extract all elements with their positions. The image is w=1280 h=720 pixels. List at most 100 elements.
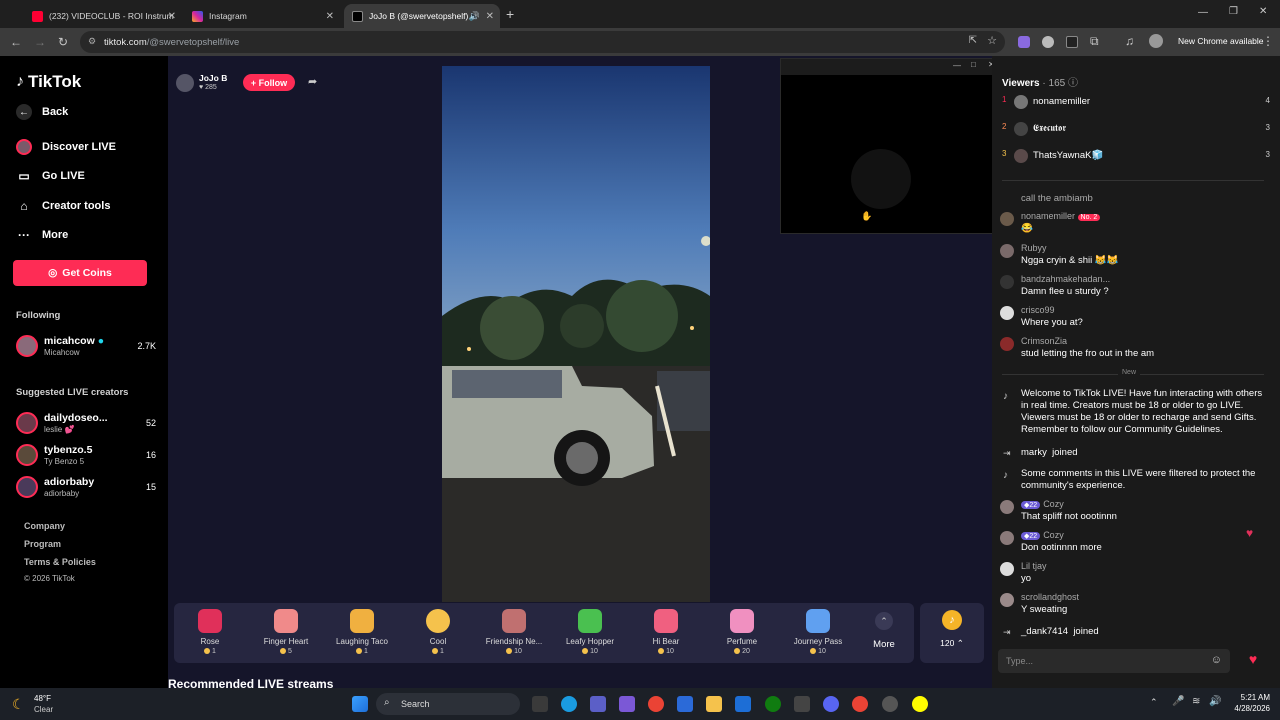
- nav-discover-live[interactable]: Discover LIVE: [16, 139, 116, 155]
- viewers-heading[interactable]: Viewers · 165 ⓘ: [1002, 74, 1078, 89]
- close-window-button[interactable]: ✕: [1259, 6, 1267, 17]
- minimize-button[interactable]: —: [1198, 7, 1208, 18]
- gift-hi-bear[interactable]: Hi Bear 10: [630, 603, 702, 663]
- coin-balance-button[interactable]: ♪ 120 ⌃: [920, 603, 984, 663]
- host-avatar[interactable]: [176, 74, 194, 92]
- avatar[interactable]: [1000, 337, 1014, 351]
- xbox-icon[interactable]: [765, 696, 781, 712]
- emoji-icon[interactable]: ☺: [1211, 654, 1222, 666]
- chat-username[interactable]: scrollandghost: [1021, 592, 1079, 602]
- close-icon[interactable]: ✕: [326, 11, 334, 22]
- host-name[interactable]: JoJo B: [199, 73, 227, 83]
- close-icon[interactable]: ✕: [168, 11, 176, 22]
- reload-icon[interactable]: ↻: [58, 35, 68, 49]
- puzzle-icon[interactable]: ⧉: [1090, 34, 1099, 49]
- nav-go-live[interactable]: ▭ Go LIVE: [16, 168, 84, 184]
- volume-icon[interactable]: 🔊: [1209, 696, 1221, 707]
- address-bar[interactable]: ⚙ tiktok.com/@swervetopshelf/live ⇱ ☆: [80, 31, 1005, 53]
- clock-date[interactable]: 4/28/2026: [1224, 704, 1270, 713]
- avatar[interactable]: [1000, 306, 1014, 320]
- avatar[interactable]: [1000, 275, 1014, 289]
- maximize-button[interactable]: □: [971, 60, 976, 69]
- back-button[interactable]: ← Back: [16, 104, 68, 120]
- app-icon[interactable]: [882, 696, 898, 712]
- tiktok-logo[interactable]: ♪ TikTok: [16, 72, 81, 92]
- bookmark-star-icon[interactable]: ☆: [987, 34, 997, 47]
- media-control-icon[interactable]: ♫: [1125, 34, 1134, 48]
- windows-start-icon[interactable]: [352, 696, 368, 712]
- extension-icon[interactable]: [1042, 36, 1054, 48]
- weather-moon-icon[interactable]: ☾: [12, 696, 25, 713]
- new-chrome-available[interactable]: New Chrome available: [1178, 36, 1264, 46]
- chrome-icon[interactable]: [852, 696, 868, 712]
- nav-more[interactable]: ··· More: [16, 227, 68, 243]
- menu-dots-icon[interactable]: ⋮: [1262, 34, 1274, 48]
- app-icon[interactable]: [794, 696, 810, 712]
- extension-icon[interactable]: [1066, 36, 1078, 48]
- weather-desc[interactable]: Clear: [34, 705, 53, 714]
- suggested-creator[interactable]: adiorbaby adiorbaby 15: [16, 474, 156, 500]
- top-viewer-row[interactable]: 2 𝕰𝖝𝖊𝖈𝖚𝖙𝖔𝖗 3: [1002, 122, 1270, 140]
- mini-player-window[interactable]: — □ ✕ ✋: [780, 58, 1001, 234]
- chat-username[interactable]: bandzahmakehadan...: [1021, 274, 1110, 284]
- gift-laughing-taco[interactable]: Laughing Taco 1: [326, 603, 398, 663]
- get-coins-button[interactable]: ◎ Get Coins: [13, 260, 147, 286]
- chat-input[interactable]: Type... ☺: [998, 649, 1230, 673]
- taskbar-search[interactable]: ⌕ Search: [376, 693, 520, 715]
- avatar[interactable]: [1000, 500, 1014, 514]
- app-icon[interactable]: [735, 696, 751, 712]
- avatar[interactable]: [1000, 562, 1014, 576]
- edge-icon[interactable]: [561, 696, 577, 712]
- nav-creator-tools[interactable]: ⌂ Creator tools: [16, 198, 110, 214]
- chat-username[interactable]: Rubyy: [1021, 243, 1047, 253]
- microphone-icon[interactable]: 🎤: [1172, 696, 1184, 707]
- chat-username[interactable]: Lil tjay: [1021, 561, 1047, 571]
- live-video[interactable]: [442, 66, 710, 602]
- gift-friendship-necklace[interactable]: Friendship Ne... 10: [478, 603, 550, 663]
- task-view-icon[interactable]: [532, 696, 548, 712]
- gift-perfume[interactable]: Perfume 20: [706, 603, 778, 663]
- gift-leafy-hopper[interactable]: Leafy Hopper 10: [554, 603, 626, 663]
- chevron-up-icon[interactable]: ⌃: [1150, 697, 1158, 708]
- close-icon[interactable]: ✕: [486, 11, 494, 22]
- suggested-creator[interactable]: tybenzo.5 Ty Benzo 5 16: [16, 442, 156, 468]
- avatar[interactable]: [1000, 212, 1014, 226]
- chat-username[interactable]: CrimsonZia: [1021, 336, 1067, 346]
- suggested-creator[interactable]: dailydoseo... leslie 💕 52: [16, 410, 156, 436]
- gift-journey-pass[interactable]: Journey Pass 10: [782, 603, 854, 663]
- following-creator[interactable]: micahcow ● Micahcow 2.7K: [16, 333, 156, 359]
- tab-youtube[interactable]: (232) VIDEOCLUB - ROI Instrum ✕: [24, 4, 182, 28]
- profile-avatar[interactable]: [1149, 34, 1163, 48]
- footer-program-link[interactable]: Program: [24, 539, 61, 549]
- avatar[interactable]: [1000, 593, 1014, 607]
- discord-icon[interactable]: [823, 696, 839, 712]
- open-in-app-icon[interactable]: ⇱: [969, 35, 977, 46]
- chat-username[interactable]: nonamemiller No. 2: [1021, 211, 1101, 221]
- store-icon[interactable]: [677, 696, 693, 712]
- file-explorer-icon[interactable]: [706, 696, 722, 712]
- extension-icon[interactable]: [1018, 36, 1030, 48]
- maximize-button[interactable]: ❐: [1229, 6, 1238, 17]
- gift-finger-heart[interactable]: Finger Heart 5: [250, 603, 322, 663]
- teams-icon[interactable]: [590, 696, 606, 712]
- share-icon[interactable]: ➦: [308, 75, 317, 88]
- tab-instagram[interactable]: Instagram ✕: [184, 4, 340, 28]
- back-arrow-icon[interactable]: ←: [10, 35, 22, 49]
- follow-button[interactable]: + Follow: [243, 74, 295, 91]
- forward-arrow-icon[interactable]: →: [34, 35, 46, 49]
- top-viewer-row[interactable]: 3 ThatsYawnaK🧊 3: [1002, 149, 1270, 167]
- speaker-icon[interactable]: 🔊: [469, 11, 480, 22]
- site-info-icon[interactable]: ⚙: [88, 36, 96, 47]
- gift-more-button[interactable]: ⌃ More: [854, 603, 914, 663]
- top-viewer-row[interactable]: 1 nonamemiller 4: [1002, 95, 1270, 113]
- chrome-icon[interactable]: [648, 696, 664, 712]
- wifi-icon[interactable]: ≋: [1192, 696, 1200, 707]
- new-tab-button[interactable]: +: [506, 6, 514, 22]
- gift-cool[interactable]: Cool 1: [402, 603, 474, 663]
- chat-username[interactable]: crisco99: [1021, 305, 1055, 315]
- gift-rose[interactable]: Rose 1: [174, 603, 246, 663]
- footer-company-link[interactable]: Company: [24, 521, 65, 531]
- tab-tiktok[interactable]: JoJo B (@swervetopshelf) is 🔊 ✕: [344, 4, 500, 28]
- chat-username[interactable]: ◆22 Cozy: [1021, 499, 1064, 509]
- snapchat-icon[interactable]: [912, 696, 928, 712]
